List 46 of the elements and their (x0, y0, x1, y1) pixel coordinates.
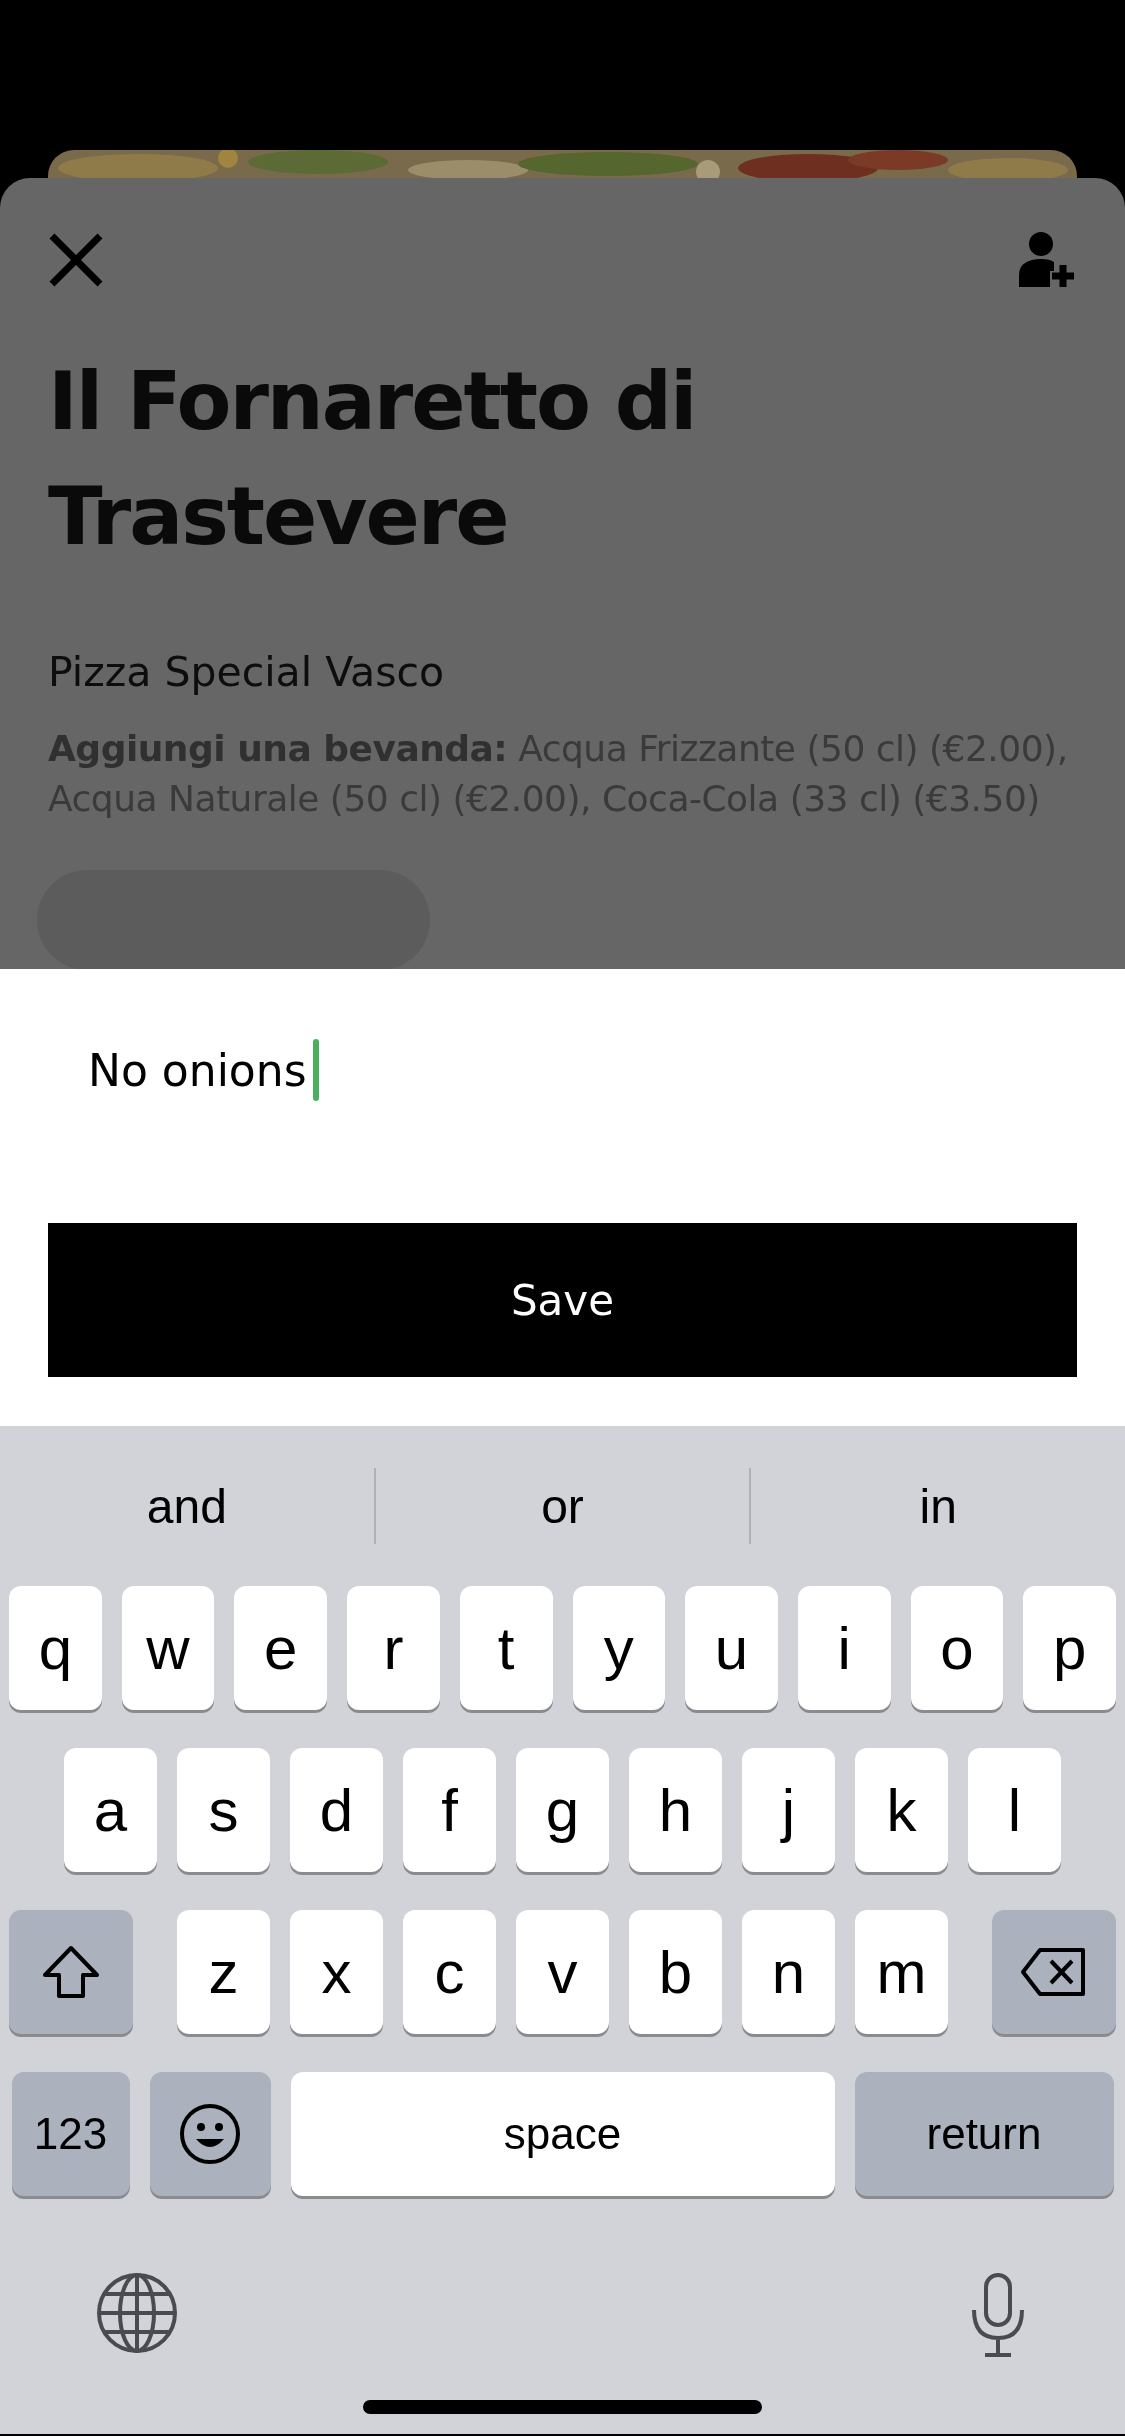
letter-key[interactable]: g (516, 1748, 609, 1872)
add-person-icon[interactable] (1019, 231, 1077, 289)
letter-key[interactable]: l (968, 1748, 1061, 1872)
globe-icon[interactable] (96, 2272, 178, 2354)
close-icon[interactable] (48, 232, 104, 288)
item-name: Pizza Special Vasco (48, 647, 446, 698)
backspace-icon (1020, 1947, 1088, 1997)
letter-key[interactable]: h (629, 1748, 722, 1872)
letter-key[interactable]: y (572, 1586, 666, 1710)
shift-icon (42, 1945, 100, 1999)
letter-key[interactable]: v (516, 1910, 609, 2034)
shift-key[interactable] (9, 1910, 133, 2034)
letter-key[interactable]: r (347, 1586, 440, 1710)
letter-key[interactable]: e (234, 1586, 328, 1710)
suggestion[interactable]: or (375, 1478, 750, 1534)
letter-key[interactable]: o (910, 1586, 1004, 1710)
letter-key[interactable]: w (121, 1586, 215, 1710)
letter-key[interactable]: n (742, 1910, 835, 2034)
letter-key[interactable]: m (855, 1910, 948, 2034)
letter-key[interactable]: b (629, 1910, 722, 2034)
save-button[interactable]: Save (48, 1223, 1077, 1377)
letter-key[interactable]: j (742, 1748, 835, 1872)
microphone-icon[interactable] (969, 2272, 1027, 2358)
letter-key[interactable]: x (290, 1910, 383, 2034)
letter-key[interactable]: a (64, 1748, 157, 1872)
letter-key[interactable]: c (403, 1910, 496, 2034)
numbers-key[interactable]: 123 (11, 2072, 130, 2196)
return-key[interactable]: return (854, 2072, 1114, 2196)
space-key[interactable]: space (290, 2072, 835, 2196)
letter-key[interactable]: d (290, 1748, 383, 1872)
letter-key[interactable]: t (459, 1586, 553, 1710)
emoji-key[interactable] (149, 2072, 271, 2196)
letter-key[interactable]: u (685, 1586, 778, 1710)
suggestion[interactable]: and (0, 1478, 374, 1534)
letter-key[interactable]: z (177, 1910, 270, 2034)
letter-key[interactable]: p (1023, 1586, 1116, 1710)
delete-key[interactable] (992, 1910, 1116, 2034)
suggestion[interactable]: in (751, 1478, 1125, 1534)
letter-key[interactable]: q (9, 1586, 102, 1710)
letter-key[interactable]: k (855, 1748, 948, 1872)
restaurant-title: Il Fornaretto di Trastevere (48, 354, 697, 565)
smiley-icon (179, 2103, 241, 2165)
letter-key[interactable]: i (797, 1586, 891, 1710)
letter-key[interactable]: s (177, 1748, 270, 1872)
letter-key[interactable]: f (403, 1748, 496, 1872)
note-field[interactable]: No onions (48, 1025, 1077, 1115)
